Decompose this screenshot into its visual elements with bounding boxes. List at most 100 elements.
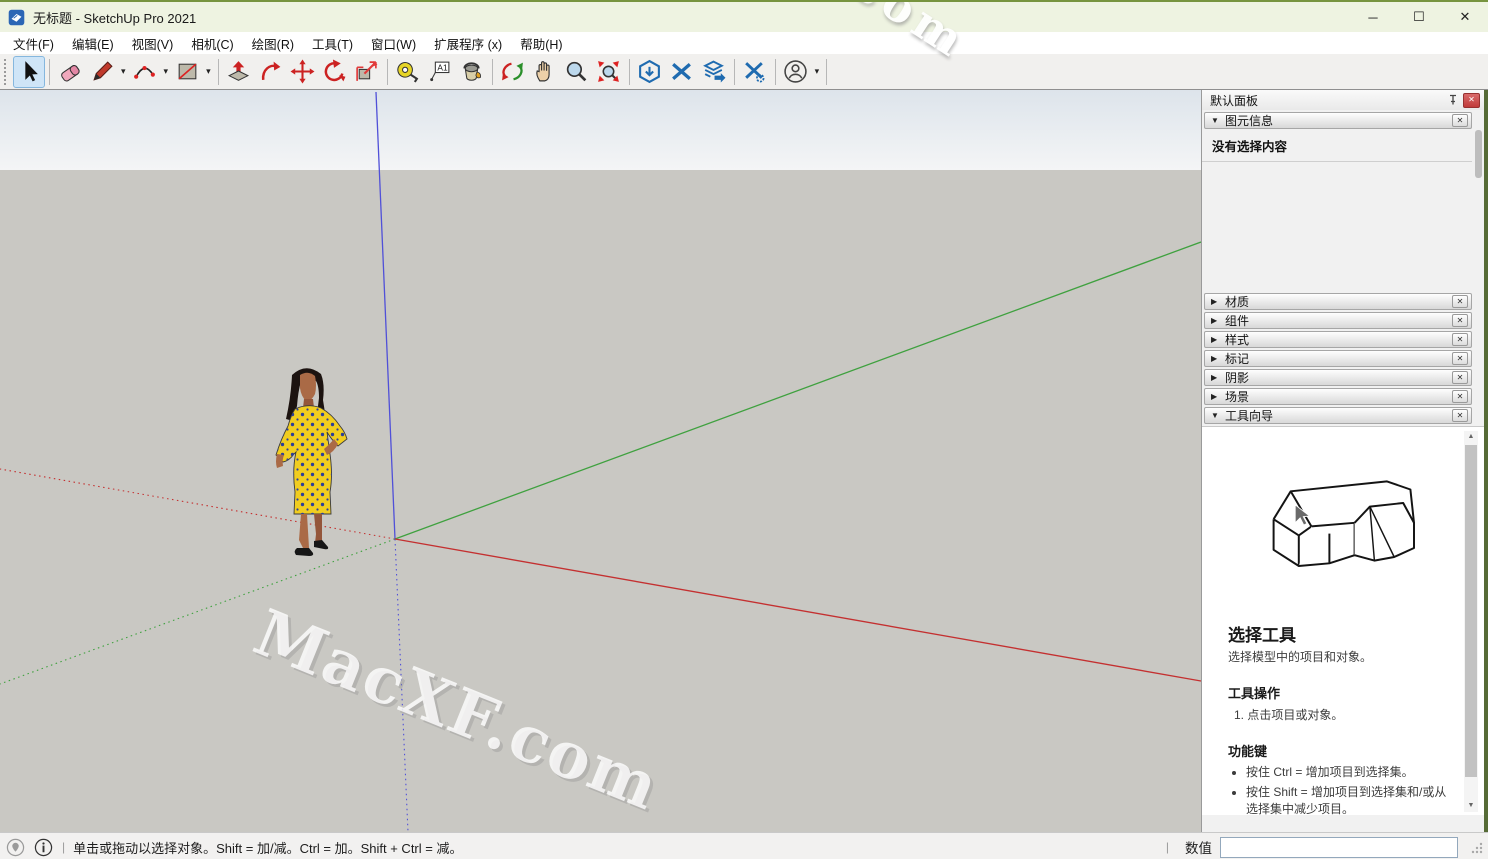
toolbar-drag-handle[interactable] bbox=[4, 59, 9, 85]
measurement-input[interactable] bbox=[1220, 837, 1458, 858]
section-instructor[interactable]: ▼ 工具向导 ✕ bbox=[1204, 407, 1472, 424]
scale-icon bbox=[354, 59, 379, 84]
followme-icon bbox=[258, 59, 283, 84]
entity-info-content: 没有选择内容 bbox=[1202, 129, 1472, 291]
toolbar-separator bbox=[218, 59, 219, 85]
status-bar: | 单击或拖动以选择对象。Shift = 加/减。Ctrl = 加。Shift … bbox=[0, 832, 1488, 859]
section-tags[interactable]: ▶ 标记 ✕ bbox=[1204, 350, 1472, 367]
svg-text:A1: A1 bbox=[438, 62, 449, 72]
pan-tool-button[interactable] bbox=[529, 56, 561, 88]
menu-view[interactable]: 视图(V) bbox=[123, 32, 183, 55]
panel-scrollbar-thumb[interactable] bbox=[1475, 130, 1482, 178]
account-dropdown[interactable]: ▾ bbox=[812, 66, 823, 77]
close-section-icon[interactable]: ✕ bbox=[1452, 409, 1468, 422]
close-button[interactable]: ✕ bbox=[1442, 2, 1488, 32]
measurement-label: 数值 bbox=[1185, 837, 1212, 857]
instructor-illustration bbox=[1256, 467, 1446, 575]
zoom-tool-button[interactable] bbox=[561, 56, 593, 88]
collapsed-arrow-icon: ▶ bbox=[1211, 392, 1225, 401]
panel-scrollbar[interactable] bbox=[1472, 112, 1484, 830]
instructor-modifier-heading: 功能键 bbox=[1228, 741, 1450, 760]
resize-grip[interactable] bbox=[1468, 839, 1484, 855]
select-arrow-icon bbox=[17, 59, 42, 84]
eraser-icon bbox=[58, 59, 83, 84]
line-tool-dropdown[interactable]: ▾ bbox=[118, 66, 129, 77]
menu-edit[interactable]: 编辑(E) bbox=[63, 32, 123, 55]
section-materials[interactable]: ▶ 材质 ✕ bbox=[1204, 293, 1472, 310]
rectangle-tool-button[interactable] bbox=[171, 56, 203, 88]
section-components[interactable]: ▶ 组件 ✕ bbox=[1204, 312, 1472, 329]
toolbar-separator bbox=[49, 59, 50, 85]
window-title: 无标题 - SketchUp Pro 2021 bbox=[33, 8, 196, 27]
menu-tools[interactable]: 工具(T) bbox=[303, 32, 362, 55]
section-styles[interactable]: ▶ 样式 ✕ bbox=[1204, 331, 1472, 348]
menu-bar: 文件(F) 编辑(E) 视图(V) 相机(C) 绘图(R) 工具(T) 窗口(W… bbox=[0, 32, 1488, 54]
pin-icon[interactable] bbox=[1447, 94, 1459, 106]
eraser-tool-button[interactable] bbox=[54, 56, 86, 88]
3d-warehouse-button[interactable] bbox=[634, 56, 666, 88]
scale-tool-button[interactable] bbox=[351, 56, 383, 88]
zoom-extents-icon bbox=[596, 59, 621, 84]
menu-extensions[interactable]: 扩展程序 (x) bbox=[425, 32, 511, 55]
move-tool-button[interactable] bbox=[287, 56, 319, 88]
close-panel-button[interactable]: ✕ bbox=[1463, 93, 1480, 108]
arc-icon bbox=[132, 59, 157, 84]
orbit-tool-button[interactable] bbox=[497, 56, 529, 88]
tape-measure-icon bbox=[395, 59, 420, 84]
section-entity-info[interactable]: ▼ 图元信息 ✕ bbox=[1204, 112, 1472, 129]
rotate-tool-button[interactable] bbox=[319, 56, 351, 88]
toolbar-separator bbox=[629, 59, 630, 85]
account-button[interactable] bbox=[780, 56, 812, 88]
close-section-icon[interactable]: ✕ bbox=[1452, 295, 1468, 308]
arc-tool-dropdown[interactable]: ▾ bbox=[161, 66, 172, 77]
toolbar-separator bbox=[775, 59, 776, 85]
menu-file[interactable]: 文件(F) bbox=[4, 32, 63, 55]
close-section-icon[interactable]: ✕ bbox=[1452, 114, 1468, 127]
close-section-icon[interactable]: ✕ bbox=[1452, 390, 1468, 403]
credit-info-icon[interactable] bbox=[34, 838, 53, 857]
text-tool-button[interactable]: A1 bbox=[424, 56, 456, 88]
maximize-button[interactable]: ☐ bbox=[1396, 2, 1442, 32]
share-model-button[interactable] bbox=[698, 56, 730, 88]
pushpull-tool-button[interactable] bbox=[223, 56, 255, 88]
zoom-icon bbox=[564, 59, 589, 84]
viewport-sky bbox=[0, 90, 1201, 170]
menu-window[interactable]: 窗口(W) bbox=[362, 32, 425, 55]
tape-measure-tool-button[interactable] bbox=[392, 56, 424, 88]
default-panel-title: 默认面板 bbox=[1210, 92, 1258, 109]
toolbar-separator bbox=[492, 59, 493, 85]
paint-bucket-tool-button[interactable] bbox=[456, 56, 488, 88]
arc-tool-button[interactable] bbox=[129, 56, 161, 88]
section-scenes[interactable]: ▶ 场景 ✕ bbox=[1204, 388, 1472, 405]
viewport-3d[interactable]: MacXF.com MacXF.com bbox=[0, 90, 1201, 832]
menu-draw[interactable]: 绘图(R) bbox=[243, 32, 303, 55]
extension-manager-button[interactable] bbox=[739, 56, 771, 88]
close-section-icon[interactable]: ✕ bbox=[1452, 333, 1468, 346]
instructor-tool-title: 选择工具 bbox=[1228, 621, 1450, 646]
rectangle-tool-dropdown[interactable]: ▾ bbox=[203, 66, 214, 77]
collapsed-arrow-icon: ▶ bbox=[1211, 373, 1225, 382]
zoom-extents-tool-button[interactable] bbox=[593, 56, 625, 88]
menu-help[interactable]: 帮助(H) bbox=[511, 32, 571, 55]
close-section-icon[interactable]: ✕ bbox=[1452, 314, 1468, 327]
pencil-icon bbox=[90, 59, 115, 84]
close-section-icon[interactable]: ✕ bbox=[1452, 352, 1468, 365]
status-hint: 单击或拖动以选择对象。Shift = 加/减。Ctrl = 加。Shift + … bbox=[73, 838, 462, 857]
desktop-edge-strip bbox=[1484, 90, 1488, 832]
geolocation-status-icon[interactable] bbox=[6, 838, 25, 857]
minimize-button[interactable]: ─ bbox=[1350, 2, 1396, 32]
line-tool-button[interactable] bbox=[86, 56, 118, 88]
select-tool-button[interactable] bbox=[13, 56, 45, 88]
followme-tool-button[interactable] bbox=[255, 56, 287, 88]
section-shadows[interactable]: ▶ 阴影 ✕ bbox=[1204, 369, 1472, 386]
paint-bucket-icon bbox=[459, 59, 484, 84]
expanded-arrow-icon: ▼ bbox=[1211, 411, 1225, 420]
rectangle-icon bbox=[175, 59, 200, 84]
close-section-icon[interactable]: ✕ bbox=[1452, 371, 1468, 384]
collapsed-arrow-icon: ▶ bbox=[1211, 354, 1225, 363]
default-panel-header[interactable]: 默认面板 ✕ bbox=[1202, 90, 1484, 110]
sketchup-logo-icon bbox=[8, 9, 25, 26]
menu-camera[interactable]: 相机(C) bbox=[182, 32, 242, 55]
extension-warehouse-button[interactable] bbox=[666, 56, 698, 88]
collapsed-arrow-icon: ▶ bbox=[1211, 297, 1225, 306]
